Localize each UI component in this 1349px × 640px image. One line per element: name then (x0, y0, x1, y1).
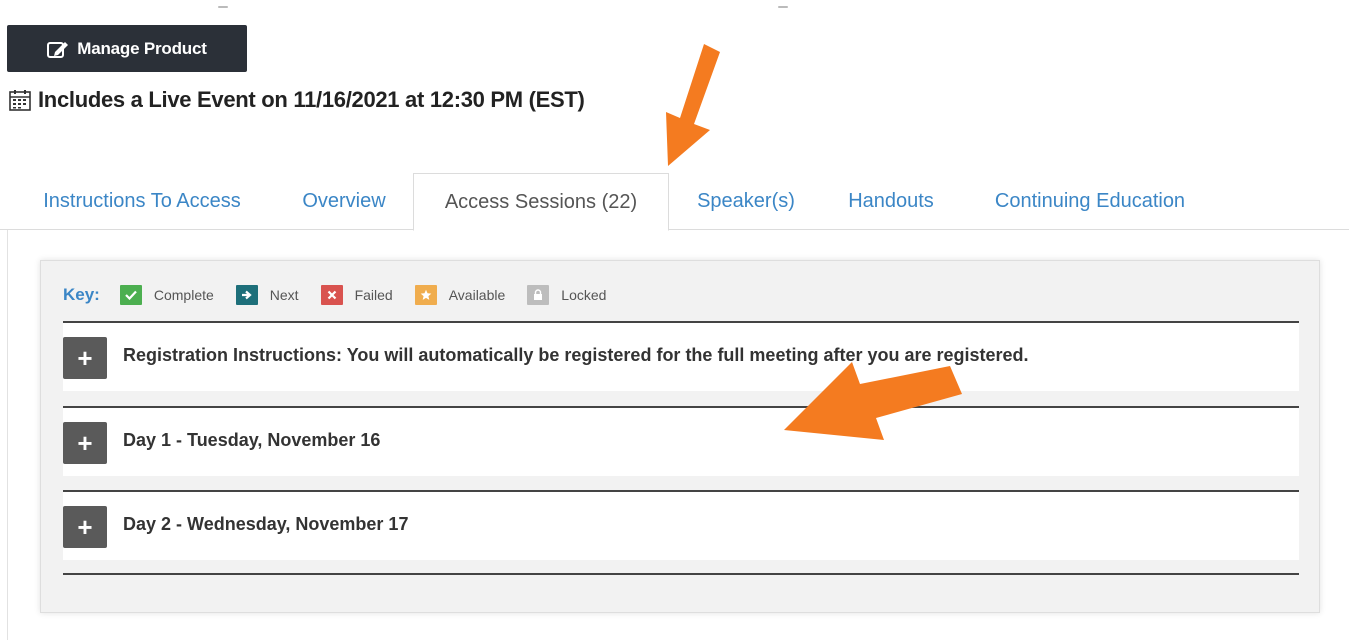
key-item-failed: Failed (320, 285, 393, 305)
calendar-icon (8, 88, 32, 112)
key-label: Key: (63, 285, 100, 304)
panel-bottom-divider (63, 573, 1299, 575)
tab-label: Speaker(s) (697, 190, 795, 212)
live-event-heading: Includes a Live Event on 11/16/2021 at 1… (8, 87, 585, 113)
live-event-text: Includes a Live Event on 11/16/2021 at 1… (38, 87, 585, 112)
key-item-next: Next (235, 285, 299, 305)
key-item-label: Complete (153, 287, 214, 303)
session-row-label: Day 1 - Tuesday, November 16 (123, 430, 381, 450)
manage-product-label: Manage Product (77, 38, 207, 58)
tab-speakers[interactable]: Speaker(s) (680, 173, 812, 230)
tab-access-sessions[interactable]: Access Sessions (22) (413, 173, 669, 231)
key-item-label: Next (269, 287, 299, 303)
session-row-registration[interactable]: + Registration Instructions: You will au… (63, 321, 1299, 391)
tab-handouts[interactable]: Handouts (828, 173, 954, 230)
tab-continuing-education[interactable]: Continuing Education (970, 173, 1210, 230)
arrow-right-icon (235, 285, 258, 305)
key-item-locked: Locked (527, 285, 606, 305)
key-item-label: Failed (354, 287, 393, 303)
session-row-label: Registration Instructions: You will auto… (123, 345, 1029, 365)
expand-plus-icon[interactable]: + (63, 422, 107, 464)
key-item-label: Available (448, 287, 506, 303)
key-item-available: Available (414, 285, 506, 305)
tab-label: Handouts (848, 190, 934, 212)
tab-instructions-to-access[interactable]: Instructions To Access (14, 173, 270, 230)
status-key: Key: Complete Next Failed Available Lock… (63, 283, 628, 307)
x-icon (320, 285, 343, 305)
session-row-label: Day 2 - Wednesday, November 17 (123, 514, 409, 534)
tab-label: Instructions To Access (43, 190, 241, 212)
session-row-day-2[interactable]: + Day 2 - Wednesday, November 17 (63, 490, 1299, 560)
lock-icon (527, 285, 550, 305)
key-item-complete: Complete (119, 285, 214, 305)
top-edge-marks (0, 0, 1349, 14)
key-item-label: Locked (561, 287, 607, 303)
annotation-arrow-down-icon (666, 44, 720, 166)
access-sessions-panel: Key: Complete Next Failed Available Lock… (40, 260, 1320, 613)
tab-label: Overview (302, 190, 386, 212)
expand-plus-icon[interactable]: + (63, 337, 107, 379)
check-icon (119, 285, 142, 305)
expand-plus-icon[interactable]: + (63, 506, 107, 548)
content-border (7, 230, 8, 640)
session-row-day-1[interactable]: + Day 1 - Tuesday, November 16 (63, 406, 1299, 476)
manage-product-button[interactable]: Manage Product (7, 25, 247, 72)
tab-label: Continuing Education (994, 190, 1186, 212)
tab-bar: Instructions To Access Overview Access S… (0, 173, 1349, 231)
tab-label: Access Sessions (22) (444, 190, 638, 213)
tab-overview[interactable]: Overview (284, 173, 404, 230)
edit-icon (47, 39, 69, 59)
star-icon (414, 285, 437, 305)
